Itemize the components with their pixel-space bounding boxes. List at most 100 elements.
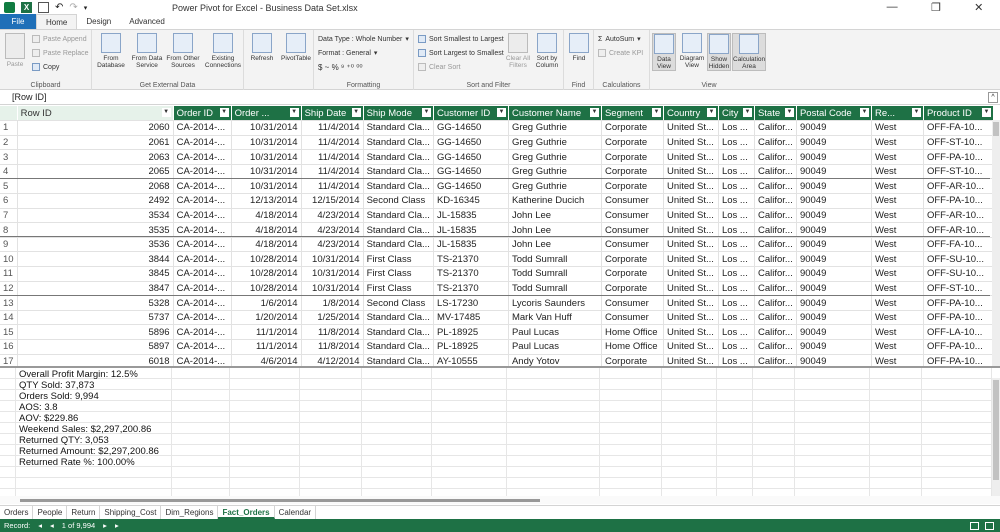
measure-cell[interactable]: Overall Profit Margin: 12.5%: [19, 369, 159, 380]
sheet-tab-shipping-cost[interactable]: Shipping_Cost: [100, 505, 162, 519]
table-cell[interactable]: Standard Cla...: [363, 237, 434, 253]
table-cell[interactable]: CA-2014-...: [173, 208, 232, 224]
table-cell[interactable]: 10/31/2014: [231, 135, 302, 151]
table-cell[interactable]: West: [871, 310, 924, 326]
table-cell[interactable]: OFF-PA-10...: [923, 310, 994, 326]
table-cell[interactable]: 90049: [796, 266, 872, 282]
row-number[interactable]: 5: [0, 178, 18, 195]
diagram-view-status-icon[interactable]: [985, 521, 994, 530]
tab-home[interactable]: Home: [36, 14, 78, 29]
table-cell[interactable]: Todd Sumrall: [508, 251, 602, 268]
table-cell[interactable]: TS-21370: [433, 281, 509, 297]
table-cell[interactable]: 11/4/2014: [301, 120, 364, 136]
diagram-view-button[interactable]: Diagram View: [678, 33, 706, 69]
table-cell[interactable]: Califor...: [754, 164, 797, 180]
table-cell[interactable]: CA-2014-...: [173, 354, 232, 366]
record-first-icon[interactable]: ◂: [34, 521, 46, 530]
table-cell[interactable]: West: [871, 208, 924, 224]
table-cell[interactable]: Los ...: [718, 193, 755, 209]
row-number[interactable]: 3: [0, 149, 18, 165]
table-row[interactable]: 10 3844 CA-2014-... 10/28/2014 10/31/2014 Fir…: [0, 251, 994, 268]
calc-scroll-thumb[interactable]: [993, 380, 999, 480]
table-cell[interactable]: West: [871, 120, 924, 136]
table-cell[interactable]: 90049: [796, 339, 872, 355]
from-data-service-button[interactable]: From Data Service: [130, 33, 164, 69]
table-cell[interactable]: CA-2014-...: [173, 324, 232, 340]
table-cell[interactable]: Corporate: [601, 266, 664, 282]
data-type-dropdown[interactable]: Data Type : Whole Number ▾: [318, 35, 409, 44]
table-row[interactable]: 16 5897 CA-2014-... 11/1/2014 11/8/2014 Stand…: [0, 339, 994, 355]
table-cell[interactable]: Califor...: [754, 266, 797, 282]
table-cell[interactable]: Standard Cla...: [363, 208, 434, 224]
table-cell[interactable]: Paul Lucas: [508, 324, 602, 340]
sheet-tab-fact-orders[interactable]: Fact_Orders: [218, 505, 275, 519]
table-cell[interactable]: 5897: [17, 339, 174, 355]
table-cell[interactable]: Califor...: [754, 295, 797, 311]
table-cell[interactable]: LS-17230: [433, 295, 509, 311]
table-cell[interactable]: 11/8/2014: [301, 324, 364, 340]
table-cell[interactable]: 4/18/2014: [231, 237, 302, 253]
table-cell[interactable]: Los ...: [718, 310, 755, 326]
pivottable-button[interactable]: PivotTable: [279, 33, 313, 62]
table-cell[interactable]: Los ...: [718, 324, 755, 340]
table-cell[interactable]: 90049: [796, 135, 872, 151]
record-last-icon[interactable]: ▸: [111, 521, 123, 530]
table-cell[interactable]: 90049: [796, 324, 872, 340]
horizontal-scroll-thumb[interactable]: [20, 499, 540, 502]
table-cell[interactable]: Second Class: [363, 295, 434, 311]
grid-vertical-scrollbar[interactable]: [992, 120, 1000, 366]
table-cell[interactable]: Los ...: [718, 281, 755, 297]
horizontal-scrollbar[interactable]: [0, 496, 1000, 504]
table-cell[interactable]: Consumer: [601, 208, 664, 224]
table-cell[interactable]: 90049: [796, 149, 872, 165]
table-cell[interactable]: Los ...: [718, 120, 755, 136]
table-cell[interactable]: Consumer: [601, 193, 664, 209]
show-hidden-button[interactable]: Show Hidden: [707, 33, 731, 71]
sheet-tab-calendar[interactable]: Calendar: [275, 505, 317, 519]
table-cell[interactable]: CA-2014-...: [173, 237, 232, 253]
filter-dropdown-icon[interactable]: ▼: [911, 108, 921, 117]
column-header[interactable]: Order ID ▼: [173, 106, 232, 122]
table-cell[interactable]: Los ...: [718, 295, 755, 311]
table-cell[interactable]: Corporate: [601, 149, 664, 165]
table-cell[interactable]: GG-14650: [433, 149, 509, 165]
table-cell[interactable]: 3847: [17, 281, 174, 297]
column-header[interactable]: Ship Date ▼: [301, 106, 364, 122]
table-cell[interactable]: United St...: [663, 251, 719, 268]
table-cell[interactable]: Los ...: [718, 237, 755, 253]
grid-view-icon[interactable]: [970, 521, 979, 530]
table-cell[interactable]: 90049: [796, 295, 872, 311]
table-cell[interactable]: CA-2014-...: [173, 135, 232, 151]
table-cell[interactable]: United St...: [663, 295, 719, 311]
table-cell[interactable]: West: [871, 324, 924, 340]
from-database-button[interactable]: From Database: [94, 33, 128, 69]
table-cell[interactable]: United St...: [663, 193, 719, 209]
table-cell[interactable]: OFF-PA-10...: [923, 339, 994, 355]
tab-design[interactable]: Design: [77, 14, 120, 29]
table-cell[interactable]: Corporate: [601, 120, 664, 136]
sheet-tab-orders[interactable]: Orders: [0, 505, 34, 519]
sheet-tab-dim-regions[interactable]: Dim_Regions: [161, 505, 219, 519]
filter-dropdown-icon[interactable]: ▼: [859, 108, 869, 117]
tab-advanced[interactable]: Advanced: [120, 14, 174, 29]
table-cell[interactable]: 11/4/2014: [301, 149, 364, 165]
data-view-button[interactable]: Data View: [652, 33, 676, 71]
table-cell[interactable]: 90049: [796, 120, 872, 136]
number-format-buttons[interactable]: $ ~ % ⁹ ⁺⁰ ⁰⁰: [318, 63, 363, 72]
table-row[interactable]: 13 5328 CA-2014-... 1/6/2014 1/8/2014 Second …: [0, 295, 994, 311]
table-cell[interactable]: 90049: [796, 354, 872, 366]
table-cell[interactable]: JL-15835: [433, 208, 509, 224]
table-cell[interactable]: Standard Cla...: [363, 339, 434, 355]
table-cell[interactable]: Califor...: [754, 135, 797, 151]
table-cell[interactable]: OFF-ST-10...: [923, 281, 994, 297]
row-number[interactable]: 15: [0, 324, 18, 340]
table-cell[interactable]: Los ...: [718, 164, 755, 180]
table-cell[interactable]: Los ...: [718, 135, 755, 151]
grid-scroll-thumb[interactable]: [993, 122, 999, 136]
table-cell[interactable]: United St...: [663, 266, 719, 282]
table-cell[interactable]: Lycoris Saunders: [508, 295, 602, 311]
table-cell[interactable]: Califor...: [754, 339, 797, 355]
table-cell[interactable]: 4/18/2014: [231, 208, 302, 224]
filter-dropdown-icon[interactable]: ▼: [651, 108, 661, 117]
find-button[interactable]: Find: [564, 33, 594, 62]
